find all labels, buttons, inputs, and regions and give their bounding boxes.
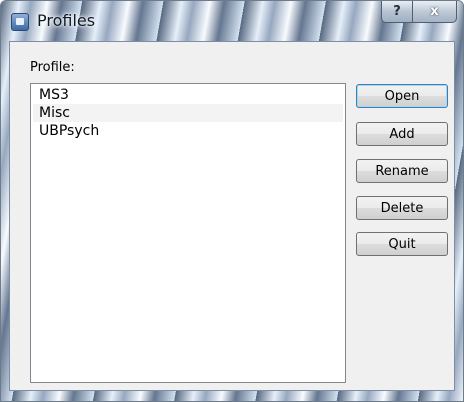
add-button[interactable]: Add xyxy=(356,122,448,146)
question-mark-icon: ? xyxy=(393,4,401,19)
list-item-selected[interactable]: Misc xyxy=(33,104,343,122)
window-title: Profiles xyxy=(37,11,96,30)
app-icon xyxy=(11,13,29,31)
list-item[interactable]: UBPsych xyxy=(33,122,343,140)
open-button[interactable]: Open xyxy=(356,84,448,108)
profile-label: Profile: xyxy=(30,60,75,75)
quit-button[interactable]: Quit xyxy=(356,232,448,256)
help-button[interactable]: ? xyxy=(381,1,413,23)
close-icon: x xyxy=(430,4,439,19)
list-item[interactable]: MS3 xyxy=(33,86,343,104)
caption-buttons: ? x xyxy=(381,1,457,23)
delete-button[interactable]: Delete xyxy=(356,196,448,220)
title-bar[interactable]: Profiles ? x xyxy=(1,1,463,41)
rename-button[interactable]: Rename xyxy=(356,159,448,183)
profiles-dialog: Profiles ? x Profile: MS3 Misc UBPsych O… xyxy=(0,0,464,402)
profile-listbox[interactable]: MS3 Misc UBPsych xyxy=(30,83,346,383)
close-button[interactable]: x xyxy=(413,1,457,23)
dialog-client-area: Profile: MS3 Misc UBPsych Open Add Renam… xyxy=(9,41,455,391)
